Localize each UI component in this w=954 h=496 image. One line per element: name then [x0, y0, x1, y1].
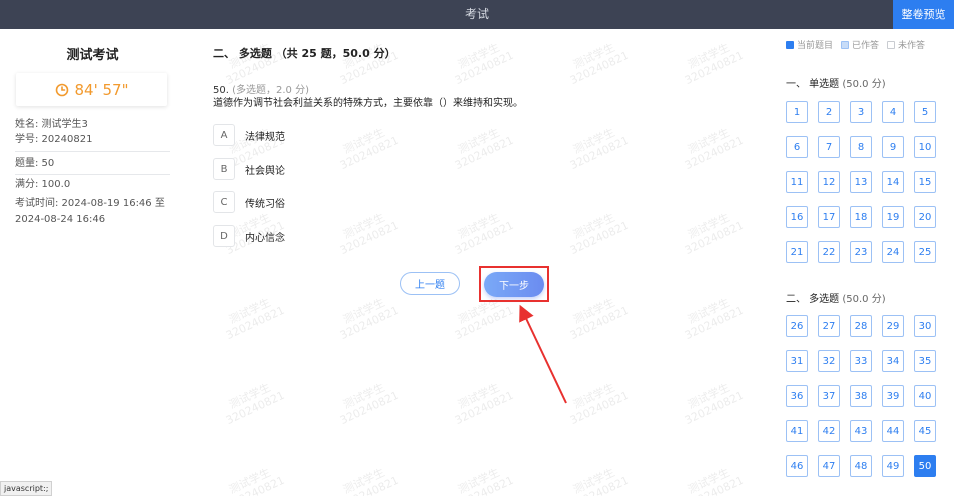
question-nav-button[interactable]: 29: [882, 315, 904, 337]
legend-answered-swatch: [841, 40, 850, 49]
legend-unanswered-swatch: [887, 40, 896, 49]
question-nav-button[interactable]: 20: [914, 206, 936, 228]
question-nav-button[interactable]: 19: [882, 206, 904, 228]
question-nav-button[interactable]: 5: [914, 101, 936, 123]
question-nav-button[interactable]: 18: [850, 206, 872, 228]
question-nav-button[interactable]: 31: [786, 350, 808, 372]
question-nav-button[interactable]: 4: [882, 101, 904, 123]
question-nav-button[interactable]: 21: [786, 241, 808, 263]
question-nav-button[interactable]: 12: [818, 171, 840, 193]
question-nav-button[interactable]: 40: [914, 385, 936, 407]
question-nav-button[interactable]: 27: [818, 315, 840, 337]
question-nav-button[interactable]: 14: [882, 171, 904, 193]
question-nav-button[interactable]: 9: [882, 136, 904, 158]
question-nav-button[interactable]: 8: [850, 136, 872, 158]
question-nav-button[interactable]: 23: [850, 241, 872, 263]
question-nav-button[interactable]: 10: [914, 136, 936, 158]
question-nav-button[interactable]: 6: [786, 136, 808, 158]
question-nav-button[interactable]: 25: [914, 241, 936, 263]
legend-unanswered: 未作答: [887, 38, 925, 51]
question-nav-button[interactable]: 2: [818, 101, 840, 123]
legend-current: 当前题目: [786, 38, 833, 51]
exam-time-end: 2024-08-24 16:46: [15, 214, 106, 225]
question-area: 测试学生 320240821 测试学生 320240821 测试学生 320240821 测…: [185, 29, 770, 496]
status-bar-url: javascript:;: [0, 481, 53, 496]
question-nav-button[interactable]: 45: [914, 420, 936, 442]
legend-answered: 已作答: [841, 38, 879, 51]
legend-unanswered-label: 未作答: [898, 41, 926, 51]
question-nav-button[interactable]: 28: [850, 315, 872, 337]
question-nav-button[interactable]: 22: [818, 241, 840, 263]
question-nav-button[interactable]: 43: [850, 420, 872, 442]
question-nav-button[interactable]: 37: [818, 385, 840, 407]
question-nav-button[interactable]: 50: [914, 455, 936, 477]
question-nav-button[interactable]: 39: [882, 385, 904, 407]
question-nav-button[interactable]: 30: [914, 315, 936, 337]
legend-current-swatch: [786, 40, 794, 49]
legend-current-label: 当前题目: [797, 41, 834, 51]
page-title: 考试: [464, 7, 489, 21]
divider: [15, 174, 170, 175]
countdown-timer: 84' 57": [16, 73, 167, 106]
full-score: 满分: 100.0: [15, 179, 71, 190]
question-nav-button[interactable]: 41: [786, 420, 808, 442]
exam-time-start: 考试时间: 2024-08-19 16:46 至: [15, 198, 165, 209]
divider: [15, 151, 170, 152]
single-choice-label: 一、 单选题: [786, 79, 840, 90]
question-nav-button[interactable]: 36: [786, 385, 808, 407]
question-nav-button[interactable]: 47: [818, 455, 840, 477]
multi-choice-score: (50.0 分): [842, 294, 886, 305]
exam-title: 测试考试: [66, 48, 119, 63]
question-nav-button[interactable]: 35: [914, 350, 936, 372]
question-nav-button[interactable]: 3: [850, 101, 872, 123]
question-nav-button[interactable]: 42: [818, 420, 840, 442]
answer-sheet-panel: 当前题目 已作答 未作答 一、 单选题 (50.0 分) 1 2 3 4 5 6 7 8 9 10…: [770, 29, 954, 496]
question-count: 题量: 50: [15, 158, 55, 169]
question-nav-button[interactable]: 24: [882, 241, 904, 263]
full-paper-preview-button[interactable]: 整卷预览: [893, 0, 954, 29]
student-id: 学号: 20240821: [15, 134, 93, 145]
legend-answered-label: 已作答: [852, 41, 880, 51]
single-choice-group-title: 一、 单选题 (50.0 分): [786, 75, 886, 90]
question-nav-button[interactable]: 16: [786, 206, 808, 228]
status-legend: 当前题目 已作答 未作答: [786, 38, 933, 51]
question-nav-button[interactable]: 44: [882, 420, 904, 442]
multi-choice-label: 二、 多选题: [786, 294, 840, 305]
student-name: 姓名: 测试学生3: [15, 119, 88, 130]
question-nav-button[interactable]: 1: [786, 101, 808, 123]
question-nav-button[interactable]: 11: [786, 171, 808, 193]
clock-icon: [55, 83, 68, 96]
multi-choice-group-title: 二、 多选题 (50.0 分): [786, 290, 886, 305]
question-nav-button[interactable]: 33: [850, 350, 872, 372]
question-nav-button[interactable]: 26: [786, 315, 808, 337]
question-nav-button[interactable]: 13: [850, 171, 872, 193]
exam-info-panel: 测试考试 84' 57" 姓名: 测试学生3 学号: 20240821 题量: …: [0, 29, 185, 496]
annotation-arrow: [519, 304, 567, 404]
question-nav-button[interactable]: 34: [882, 350, 904, 372]
question-nav-button[interactable]: 48: [850, 455, 872, 477]
top-bar: 考试 整卷预览: [0, 0, 954, 29]
exam-time: 考试时间: 2024-08-19 16:46 至 2024-08-24 16:4…: [15, 196, 165, 228]
question-nav-button[interactable]: 32: [818, 350, 840, 372]
question-nav-button[interactable]: 17: [818, 206, 840, 228]
timer-value: 84' 57": [74, 80, 129, 99]
question-nav-button[interactable]: 49: [882, 455, 904, 477]
question-nav-button[interactable]: 15: [914, 171, 936, 193]
question-nav-button[interactable]: 7: [818, 136, 840, 158]
question-nav-button[interactable]: 38: [850, 385, 872, 407]
single-choice-score: (50.0 分): [842, 79, 886, 90]
question-nav-button[interactable]: 46: [786, 455, 808, 477]
